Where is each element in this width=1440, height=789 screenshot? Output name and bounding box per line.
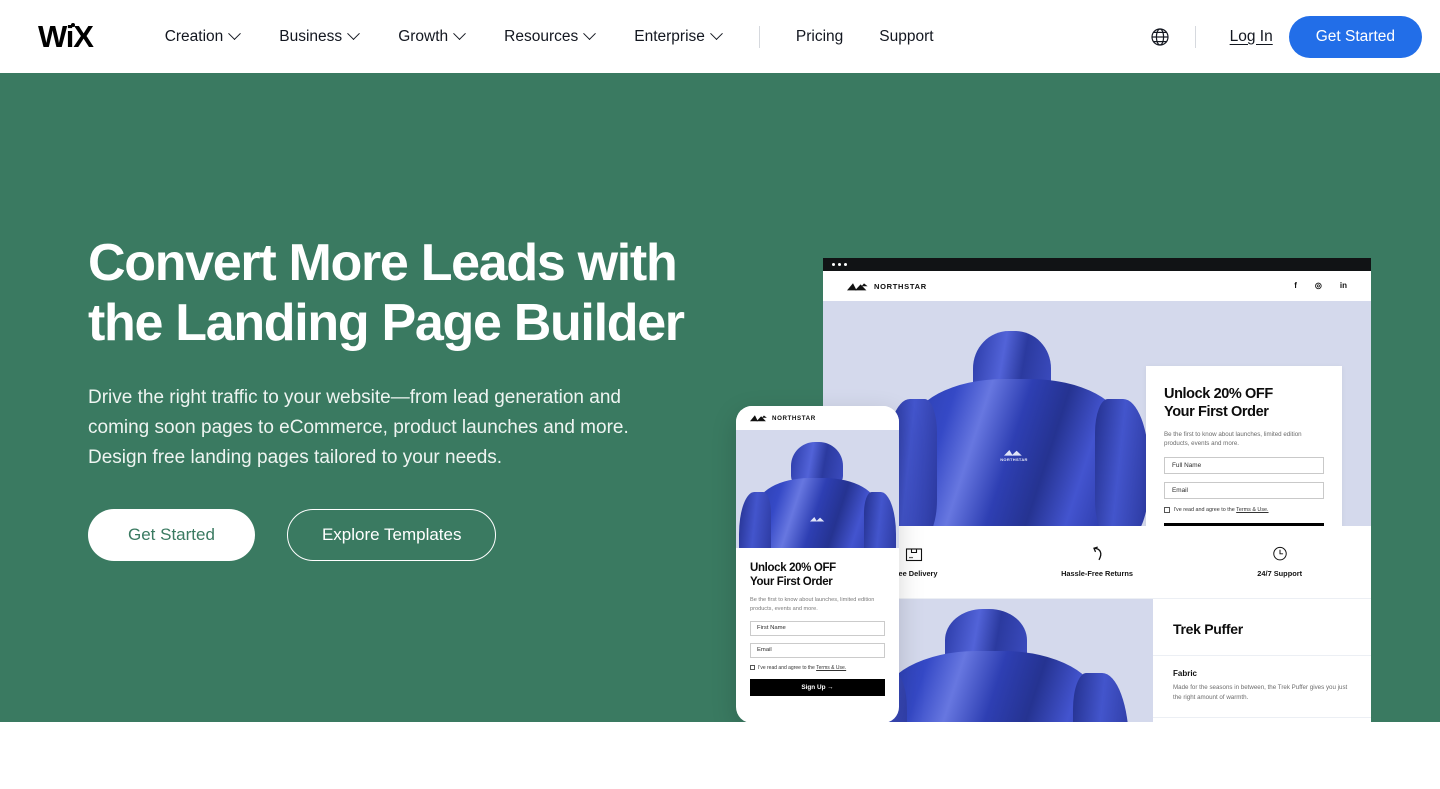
- jacket-mountain-icon: [810, 517, 825, 522]
- instagram-icon[interactable]: ◎: [1315, 282, 1322, 290]
- mobile-title-line-2: Your First Order: [750, 576, 833, 589]
- nav-item-growth[interactable]: Growth: [378, 0, 484, 73]
- mobile-email-field[interactable]: Email: [750, 642, 885, 658]
- hero-subtitle: Drive the right traffic to your website—…: [88, 387, 629, 469]
- nav-item-pricing[interactable]: Pricing: [778, 0, 861, 73]
- jacket-mountain-icon: [1004, 450, 1022, 456]
- feature-hassle-free-returns: Hassle-Free Returns: [1006, 546, 1189, 578]
- product-detail-split: Northstar Trek Puffer Fabric Made for th…: [823, 599, 1371, 722]
- signup-card-desktop: Unlock 20% OFF Your First Order Be the f…: [1146, 366, 1342, 526]
- get-started-button-hero[interactable]: Get Started: [88, 509, 255, 562]
- linkedin-icon[interactable]: in: [1340, 282, 1347, 290]
- fabric-heading: Fabric: [1173, 669, 1198, 678]
- logo-dot: [71, 23, 75, 27]
- terms-text: I've read and agree to the: [1173, 506, 1237, 513]
- terms-checkbox[interactable]: [1164, 507, 1170, 513]
- mobile-title-line-1: Unlock 20% OFF: [750, 562, 836, 574]
- terms-label: I've read and agree to the Terms & Use.: [1174, 507, 1269, 513]
- mockup-hero-band: NORTHSTAR Unlock 20% OFF Your First Orde…: [823, 301, 1371, 526]
- mobile-phone-mockup: NORTHSTAR Unlock 20% OFF Your First Orde…: [736, 406, 899, 722]
- main-nav: Creation Business Growth Resources Enter…: [145, 0, 952, 73]
- product-fabric-section: Fabric Made for the seasons in between, …: [1153, 656, 1371, 718]
- facebook-icon[interactable]: f: [1294, 282, 1297, 290]
- wix-logo[interactable]: WiX: [38, 19, 94, 54]
- nav-item-support[interactable]: Support: [861, 0, 951, 73]
- nav-item-creation-label: Creation: [164, 27, 224, 45]
- return-arrow-icon: [1093, 546, 1102, 561]
- hero-cta-group: Get Started Explore Templates: [88, 509, 708, 562]
- mobile-terms-checkbox[interactable]: [750, 665, 755, 671]
- window-dot: [838, 263, 841, 266]
- mobile-terms-label: I've read and agree to the Terms & Use.: [758, 665, 846, 671]
- product-warmth-section: Warmth Scale 1 2 3: [1153, 718, 1371, 722]
- northstar-logo[interactable]: NORTHSTAR: [847, 282, 927, 291]
- sign-up-button-mobile[interactable]: Sign Up →: [750, 678, 885, 696]
- mobile-first-name-field[interactable]: First Name: [750, 620, 885, 636]
- box-icon: [906, 548, 923, 562]
- feature-24-7-support: 24/7 Support: [1188, 546, 1371, 578]
- feature-returns-label: Hassle-Free Returns: [1061, 569, 1133, 578]
- nav-divider: [758, 25, 760, 48]
- nav-item-resources[interactable]: Resources: [484, 0, 614, 73]
- email-field[interactable]: Email: [1164, 481, 1324, 499]
- feature-support-label: 24/7 Support: [1257, 569, 1303, 578]
- mountain-icon: [847, 282, 868, 290]
- mountain-icon: [750, 415, 767, 422]
- get-started-button-header[interactable]: Get Started: [1288, 15, 1422, 58]
- header-actions-divider: [1194, 25, 1196, 48]
- header-actions: Log In Get Started: [1143, 15, 1440, 58]
- hero-title-line-2: the Landing Page Builder: [88, 294, 685, 353]
- mobile-signup-title: Unlock 20% OFF Your First Order: [750, 561, 885, 589]
- hero-title-line-1: Convert More Leads with: [88, 234, 678, 292]
- signup-title-line-1: Unlock 20% OFF: [1164, 386, 1273, 402]
- mobile-signup-description: Be the first to know about launches, lim…: [750, 597, 875, 612]
- terms-checkbox-row[interactable]: I've read and agree to the Terms & Use.: [1164, 507, 1324, 513]
- browser-title-bar: [823, 258, 1371, 271]
- chevron-down-icon: [228, 27, 242, 41]
- page-title: Convert More Leads with the Landing Page…: [88, 233, 708, 353]
- hero-section: Convert More Leads with the Landing Page…: [0, 73, 1440, 722]
- signup-card-description: Be the first to know about launches, lim…: [1164, 430, 1302, 448]
- chevron-down-icon: [710, 27, 723, 41]
- mobile-hero-image: [736, 430, 899, 548]
- feature-benefits-row: Free Delivery Hassle-Free Returns 24/7 S…: [823, 526, 1371, 599]
- sign-up-button-desktop[interactable]: Sign Up →: [1164, 522, 1324, 526]
- mobile-terms-checkbox-row[interactable]: I've read and agree to the Terms & Use.: [750, 665, 885, 671]
- mobile-terms-text: I've read and agree to the: [758, 664, 817, 671]
- nav-item-growth-label: Growth: [398, 27, 449, 45]
- social-links: f ◎ in: [1294, 282, 1347, 290]
- nav-item-creation[interactable]: Creation: [145, 0, 260, 73]
- fabric-text: Made for the seasons in between, the Tre…: [1173, 684, 1348, 701]
- product-info-panel: Trek Puffer Fabric Made for the seasons …: [1153, 599, 1371, 722]
- globe-icon[interactable]: [1143, 20, 1177, 54]
- nav-item-resources-label: Resources: [504, 27, 579, 45]
- mockup-site-navbar: NORTHSTAR f ◎ in: [823, 271, 1371, 301]
- site-header: WiX Creation Business Growth Resources E…: [0, 0, 1440, 73]
- chevron-down-icon: [453, 27, 467, 41]
- clock-icon: [1272, 546, 1287, 561]
- northstar-logo-text: NORTHSTAR: [874, 281, 927, 291]
- mobile-terms-link[interactable]: Terms & Use.: [816, 665, 846, 671]
- nav-item-business[interactable]: Business: [259, 0, 378, 73]
- terms-link[interactable]: Terms & Use.: [1236, 507, 1268, 513]
- mobile-signup-form: Unlock 20% OFF Your First Order Be the f…: [736, 548, 899, 696]
- product-name: Trek Puffer: [1153, 599, 1371, 656]
- hero-copy: Convert More Leads with the Landing Page…: [88, 233, 708, 562]
- nav-item-enterprise-label: Enterprise: [634, 27, 705, 45]
- mobile-brand-text: NORTHSTAR: [772, 414, 816, 422]
- wix-logo-text: WiX: [38, 19, 94, 54]
- signup-title-line-2: Your First Order: [1164, 404, 1269, 421]
- full-name-field[interactable]: Full Name: [1164, 456, 1324, 474]
- signup-card-title: Unlock 20% OFF Your First Order: [1164, 385, 1324, 422]
- nav-item-business-label: Business: [279, 27, 343, 45]
- explore-templates-button[interactable]: Explore Templates: [286, 509, 497, 562]
- desktop-browser-mockup: NORTHSTAR f ◎ in NORTHSTAR Unlock 20% OF…: [823, 258, 1371, 722]
- window-dot: [832, 263, 835, 266]
- window-dot: [844, 263, 847, 266]
- login-link[interactable]: Log In: [1214, 28, 1289, 46]
- chevron-down-icon: [583, 27, 597, 41]
- chevron-down-icon: [347, 27, 361, 41]
- mobile-navbar: NORTHSTAR: [736, 406, 899, 430]
- nav-item-enterprise[interactable]: Enterprise: [614, 0, 741, 73]
